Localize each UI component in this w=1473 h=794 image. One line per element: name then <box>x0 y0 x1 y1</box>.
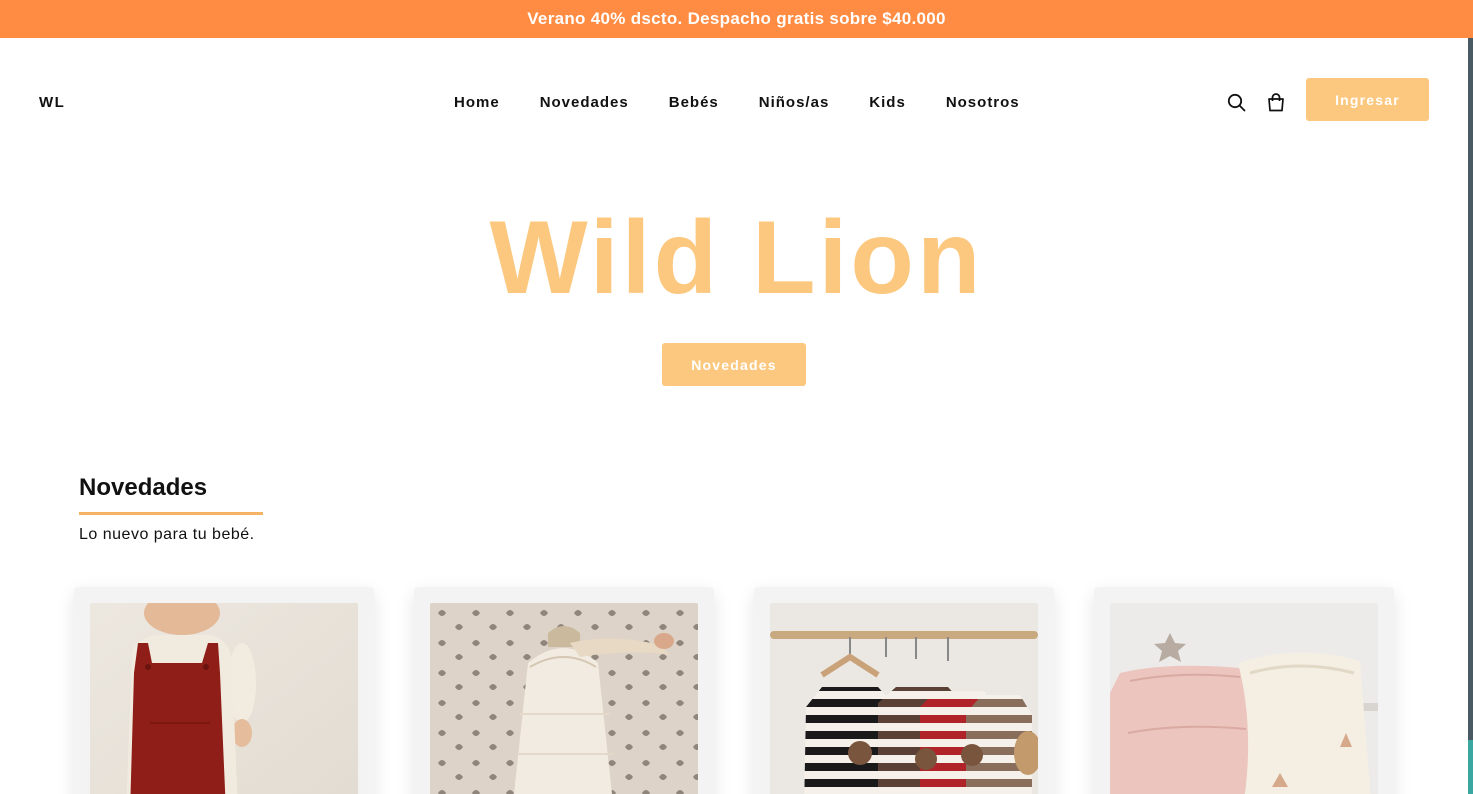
product-card[interactable] <box>1094 587 1394 794</box>
nav-novedades[interactable]: Novedades <box>540 94 629 111</box>
nav-bebes[interactable]: Bebés <box>669 94 719 111</box>
section-title-underline <box>79 512 263 515</box>
hero-novedades-button[interactable]: Novedades <box>662 343 806 386</box>
product-card[interactable] <box>74 587 374 794</box>
product-image[interactable] <box>430 603 698 794</box>
pink-muslin-blanket-photo <box>1110 603 1378 794</box>
nav-nosotros[interactable]: Nosotros <box>946 94 1020 111</box>
red-knit-overall-photo <box>90 603 358 794</box>
product-image[interactable] <box>90 603 358 794</box>
window-edge-accent <box>1468 740 1473 794</box>
shopping-bag-icon <box>1268 92 1284 111</box>
nav-home[interactable]: Home <box>454 94 500 111</box>
search-button[interactable] <box>1226 92 1246 112</box>
promo-text: Verano 40% dscto. Despacho gratis sobre … <box>527 9 946 28</box>
product-card[interactable] <box>414 587 714 794</box>
nav-ninos[interactable]: Niños/as <box>759 94 830 111</box>
window-edge <box>1468 38 1473 794</box>
cart-button[interactable] <box>1266 92 1286 112</box>
product-card[interactable] <box>754 587 1054 794</box>
product-image[interactable] <box>1110 603 1378 794</box>
main-nav: Home Novedades Bebés Niños/as Kids Nosot… <box>454 94 1020 111</box>
nav-kids[interactable]: Kids <box>869 94 906 111</box>
login-button[interactable]: Ingresar <box>1306 78 1429 121</box>
product-image[interactable] <box>770 603 1038 794</box>
striped-rompers-on-hangers-photo <box>770 603 1038 794</box>
site-logo[interactable]: WL <box>39 94 65 111</box>
promo-banner: Verano 40% dscto. Despacho gratis sobre … <box>0 0 1473 38</box>
section-subtitle: Lo nuevo para tu bebé. <box>79 526 255 543</box>
section-title: Novedades <box>79 474 208 501</box>
search-icon <box>1227 93 1245 111</box>
hero-title: Wild Lion <box>489 200 984 316</box>
muslin-sleep-sack-photo <box>430 603 698 794</box>
